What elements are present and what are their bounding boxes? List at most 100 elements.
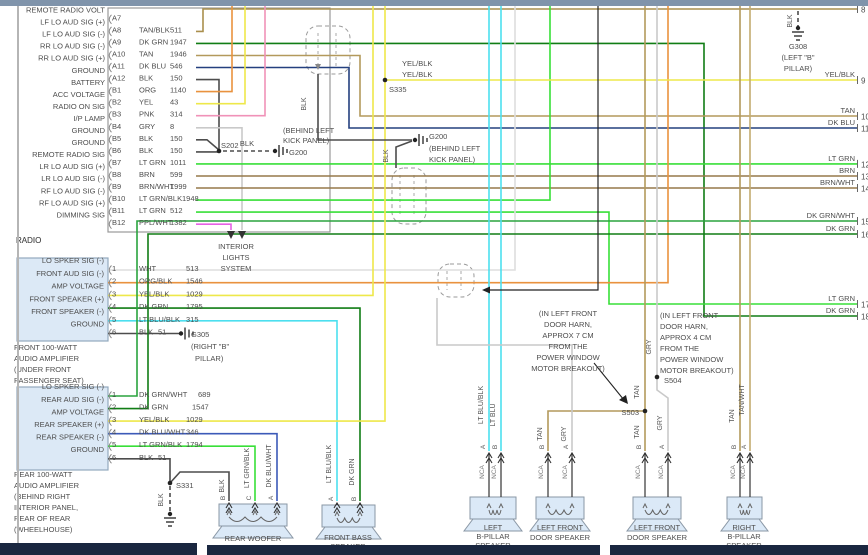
- left-frame-line: [17, 6, 19, 543]
- label-gry: GRY: [657, 415, 664, 430]
- radio-pin-circuit-A8: 511: [170, 25, 182, 34]
- label-a: A: [741, 444, 748, 449]
- label-nca: NCA: [635, 464, 642, 478]
- radio-signal-B8: LR LO AUD SIG (+): [39, 162, 105, 171]
- front-amp-pin-color-1: WHT: [139, 264, 156, 273]
- label-tan-wht: TAN/WHT: [739, 384, 746, 416]
- rear-amp-pin-circuit-6: 51: [158, 453, 166, 462]
- radio-pin-id-B9: B9: [112, 182, 121, 191]
- splice-s331: [167, 480, 173, 486]
- label-kick-panel-: KICK PANEL): [429, 155, 476, 164]
- left-front-door-speaker-1-body: [535, 496, 585, 520]
- label-blk: BLK: [158, 493, 165, 507]
- label--left-b-: (LEFT "B": [781, 53, 814, 62]
- label-b: B: [539, 445, 546, 449]
- radio-signal-B3: RADIO ON SIG: [53, 102, 105, 111]
- radio-signal-B12: DIMMING SIG: [57, 210, 105, 219]
- label-nca: NCA: [740, 464, 747, 478]
- label-lt-grn-blk: LT GRN/BLK: [244, 448, 251, 489]
- rear-amp-pin-circuit-3: 1029: [186, 415, 203, 424]
- rear-amp-pin-circuit-1: 689: [198, 390, 211, 399]
- exit-label-15: DK GRN/WHT: [807, 211, 856, 220]
- exit-number-11: 11: [861, 125, 868, 134]
- ground-g200-kick-panel-dot: [272, 148, 278, 154]
- label-blk: BLK: [787, 14, 794, 28]
- label-b: B: [731, 445, 738, 449]
- exit-number-15: 15: [861, 218, 868, 227]
- radio-pin-id-A9: A9: [112, 37, 121, 46]
- right-b-pillar-speaker-body: [726, 496, 763, 520]
- label-blk: BLK: [383, 149, 390, 163]
- left-b-pillar-speaker-body: [469, 496, 517, 520]
- label-lt-blu-blk: LT BLU/BLK: [478, 386, 485, 425]
- rear-amp-pin-id-1: 1: [112, 390, 116, 399]
- exit-label-16: DK GRN: [826, 224, 855, 233]
- radio-pin-color-A12: BLK: [139, 74, 153, 83]
- label--right-b-: (RIGHT "B": [191, 342, 229, 351]
- radio-signal-B11: RF LO AUD SIG (+): [39, 198, 106, 207]
- front-amp-pin-circuit-3: 1029: [186, 289, 203, 298]
- radio-pin-circuit-B12: 1382: [170, 218, 187, 227]
- front-amp-signal-3: AMP VOLTAGE: [51, 282, 104, 291]
- label--behind-left: (BEHIND LEFT: [429, 144, 481, 153]
- rear-amp-signal-2: REAR AUD SIG (-): [41, 395, 104, 404]
- radio-signal-B7: REMOTE RADIO SIG: [32, 150, 105, 159]
- front-amp-signal-4: FRONT SPEAKER (+): [29, 294, 104, 303]
- rear-amp-caption: (BEHIND RIGHT: [14, 492, 71, 501]
- bottom-bar-0: [0, 543, 197, 555]
- rear-amp-pin-id-2: 2: [112, 403, 116, 412]
- left-b-pillar-speaker-label: B-PILLAR: [476, 532, 510, 541]
- radio-signal-B4: I/P LAMP: [73, 114, 105, 123]
- rear-amp-pin-id-3: 3: [112, 415, 116, 424]
- label-a: A: [659, 444, 666, 449]
- exit-label-18: DK GRN: [826, 306, 855, 315]
- label-yel-blk: YEL/BLK: [402, 59, 432, 68]
- front-amp-pin-color-4: DK GRN: [139, 302, 168, 311]
- radio-pin-circuit-B2: 43: [170, 98, 178, 107]
- exit-label-11: DK BLU: [828, 118, 855, 127]
- label-c: C: [246, 495, 253, 500]
- radio-signal-B1: BATTERY: [71, 78, 105, 87]
- label-s504: S504: [664, 376, 682, 385]
- label-tan: TAN: [634, 385, 641, 398]
- label-blk: BLK: [301, 97, 308, 111]
- front-amp-signal-6: GROUND: [71, 320, 105, 329]
- radio-pin-id-A7: A7: [112, 13, 121, 22]
- rear-amp-signal-1: LO SPKER SIG (-): [42, 382, 105, 391]
- front-amp-signal-2: FRONT AUD SIG (-): [36, 269, 104, 278]
- front-amp-pin-id-5: 5: [112, 315, 116, 324]
- radio-signal-A11: RR LO AUD SIG (+): [38, 54, 105, 63]
- label-nca: NCA: [538, 464, 545, 478]
- radio-pin-color-B7: LT GRN: [139, 158, 166, 167]
- front-amp-pin-id-3: 3: [112, 289, 116, 298]
- exit-label-12: LT GRN: [828, 154, 855, 163]
- radio-pin-id-A8: A8: [112, 25, 121, 34]
- label-lights: LIGHTS: [222, 253, 249, 262]
- label-dk-grn: DK GRN: [349, 458, 356, 485]
- radio-signal-B5: GROUND: [72, 126, 106, 135]
- rear-amp-pin-color-3: YEL/BLK: [139, 415, 169, 424]
- front-amp-pin-circuit-5: 315: [186, 315, 199, 324]
- radio-pin-id-B6: B6: [112, 146, 121, 155]
- radio-pin-color-B4: GRY: [139, 122, 155, 131]
- front-amp-caption: AUDIO AMPLIFIER: [14, 354, 80, 363]
- rear-amp-pin-color-4: DK BLU/WHT: [139, 428, 186, 437]
- label-g305: G305: [191, 330, 209, 339]
- radio-pin-color-B11: LT GRN: [139, 206, 166, 215]
- radio-pin-id-B7: B7: [112, 158, 121, 167]
- exit-number-8: 8: [861, 6, 866, 15]
- label-pillar-: PILLAR): [784, 64, 813, 73]
- bottom-bar-2: [610, 545, 868, 555]
- rear-amp-caption: (WHEELHOUSE): [14, 525, 73, 534]
- label-tan: TAN: [537, 427, 544, 440]
- callout-door-harn-4cm: FROM THE: [660, 344, 699, 353]
- radio-signal-A7: REMOTE RADIO VOLT: [26, 6, 105, 15]
- left-front-door-speaker-1-label: LEFT FRONT: [537, 523, 584, 532]
- label-b: B: [636, 445, 643, 449]
- front-amp-pin-circuit-1: 513: [186, 264, 199, 273]
- label--behind-left: (BEHIND LEFT: [283, 126, 335, 135]
- radio-pin-circuit-B4: 8: [170, 122, 174, 131]
- label-yel-blk: YEL/BLK: [402, 70, 432, 79]
- rear-amp-pin-color-5: LT GRN/BLK: [139, 440, 182, 449]
- rear-amp-pin-circuit-2: 1547: [192, 403, 209, 412]
